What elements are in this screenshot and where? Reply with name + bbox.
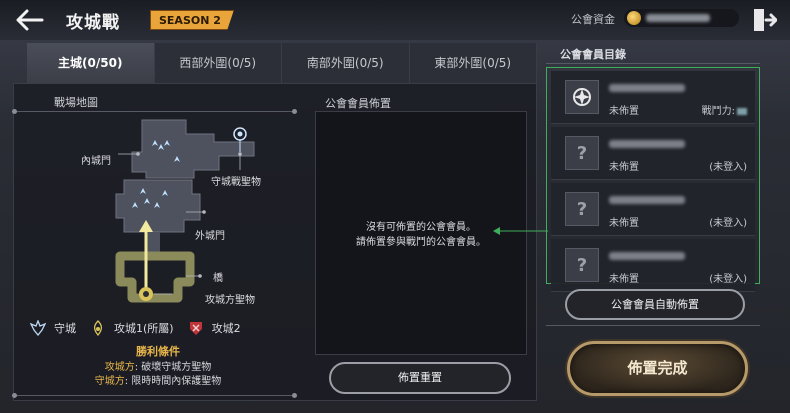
avatar: ? xyxy=(565,248,599,282)
outer-gate-label: 外城門 xyxy=(195,231,225,242)
member-status: 未佈置 xyxy=(609,162,639,173)
tab-west-outskirts[interactable]: 西部外圍(0/5) xyxy=(154,43,282,83)
tab-south-outskirts[interactable]: 南部外圍(0/5) xyxy=(282,43,410,83)
attacker-condition: 攻城方: 破壞守城方聖物 xyxy=(104,362,212,373)
battlefield-map-title: 戰場地圖 xyxy=(54,96,98,109)
guild-funds-label: 公會資金 xyxy=(571,13,615,26)
guild-member-list-title: 公會會員目錄 xyxy=(560,48,626,61)
back-button[interactable] xyxy=(14,7,44,33)
guild-emblem-icon xyxy=(573,88,591,106)
member-login-status: (未登入) xyxy=(709,162,747,173)
attacker2-icon xyxy=(189,322,202,335)
attacker-relic-label: 攻城方聖物 xyxy=(205,295,255,306)
combat-power-redacted xyxy=(737,107,747,115)
back-arrow-icon xyxy=(16,9,44,31)
region-tabs: 主城(0/50) 西部外圍(0/5) 南部外圍(0/5) 東部外圍(0/5) xyxy=(27,43,537,83)
member-name-redacted xyxy=(609,252,685,260)
avatar xyxy=(565,80,599,114)
defender-condition: 守城方: 限時時間內保護聖物 xyxy=(94,376,222,387)
battlefield-map xyxy=(115,119,255,303)
guild-funds-value-redacted xyxy=(646,14,710,22)
legend-label: 攻城2 xyxy=(211,322,241,335)
member-row[interactable]: ? 未佈置 (未登入) xyxy=(551,127,755,180)
bridge-label: 橋 xyxy=(213,273,223,284)
member-row[interactable]: ? 未佈置 (未登入) xyxy=(551,239,755,292)
map-legend: 守城 攻城1(所屬) 攻城2 xyxy=(30,318,255,338)
victory-title: 勝利條件 xyxy=(136,345,180,358)
member-status: 未佈置 xyxy=(609,106,639,117)
member-name-redacted xyxy=(609,84,685,92)
defender-icon xyxy=(30,320,46,336)
tab-east-outskirts[interactable]: 東部外圍(0/5) xyxy=(409,43,537,83)
guild-funds-display xyxy=(624,9,739,27)
reset-placement-button[interactable]: 佈置重置 xyxy=(329,362,511,394)
drag-hint-arrow xyxy=(493,227,548,235)
tab-main-castle[interactable]: 主城(0/50) xyxy=(27,43,155,83)
member-status: 未佈置 xyxy=(609,218,639,229)
coin-icon xyxy=(627,11,641,25)
member-row[interactable]: 未佈置 戰鬥力: xyxy=(551,71,755,124)
attacker1-icon xyxy=(93,320,103,336)
frame-corner-dot xyxy=(12,393,17,398)
member-status: 未佈置 xyxy=(609,274,639,285)
legend-item-defender: 守城 xyxy=(30,320,76,336)
legend-item-attacker1: 攻城1(所屬) xyxy=(90,320,174,336)
member-name-redacted xyxy=(609,196,685,204)
inner-gate-label: 內城門 xyxy=(81,156,111,167)
legend-item-attacker2: 攻城2 xyxy=(188,320,241,336)
season-badge: SEASON 2 xyxy=(150,10,234,30)
auto-place-members-button[interactable]: 公會會員自動佈置 xyxy=(565,289,745,320)
member-placement-title: 公會會員佈置 xyxy=(325,97,391,110)
guild-member-list[interactable]: 未佈置 戰鬥力: ? 未佈置 (未登入) ? 未佈置 (未登入) ? 未佈置 (… xyxy=(546,67,760,292)
exit-door-icon xyxy=(754,9,778,31)
avatar: ? xyxy=(565,136,599,170)
divider xyxy=(546,63,760,64)
avatar: ? xyxy=(565,192,599,226)
member-name-redacted xyxy=(609,140,685,148)
member-login-status: (未登入) xyxy=(709,274,747,285)
legend-label: 守城 xyxy=(54,322,76,335)
page-title: 攻城戰 xyxy=(66,13,120,33)
divider xyxy=(546,325,760,326)
placement-complete-button[interactable]: 佈置完成 xyxy=(567,341,748,396)
victory-conditions: 勝利條件 攻城方: 破壞守城方聖物 守城方: 限時時間內保護聖物 xyxy=(30,343,286,389)
exit-button[interactable] xyxy=(751,7,778,33)
member-login-status: (未登入) xyxy=(709,218,747,229)
member-combat-power: 戰鬥力: xyxy=(702,102,747,117)
defender-relic-label: 守城戰聖物 xyxy=(211,177,261,188)
frame-corner-dot xyxy=(292,393,297,398)
member-row[interactable]: ? 未佈置 (未登入) xyxy=(551,183,755,236)
legend-label: 攻城1(所屬) xyxy=(114,322,174,335)
